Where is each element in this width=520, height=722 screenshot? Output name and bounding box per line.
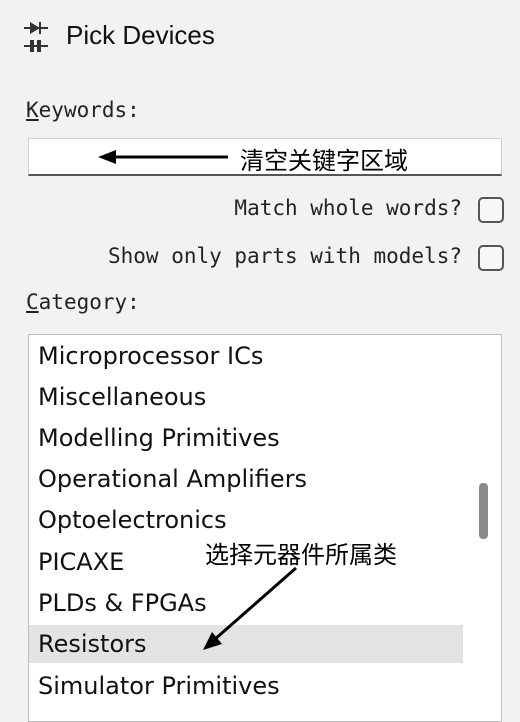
annotation-arrows [98,150,297,650]
keywords-arrow-icon [98,150,228,164]
category-arrow-icon [203,566,297,650]
